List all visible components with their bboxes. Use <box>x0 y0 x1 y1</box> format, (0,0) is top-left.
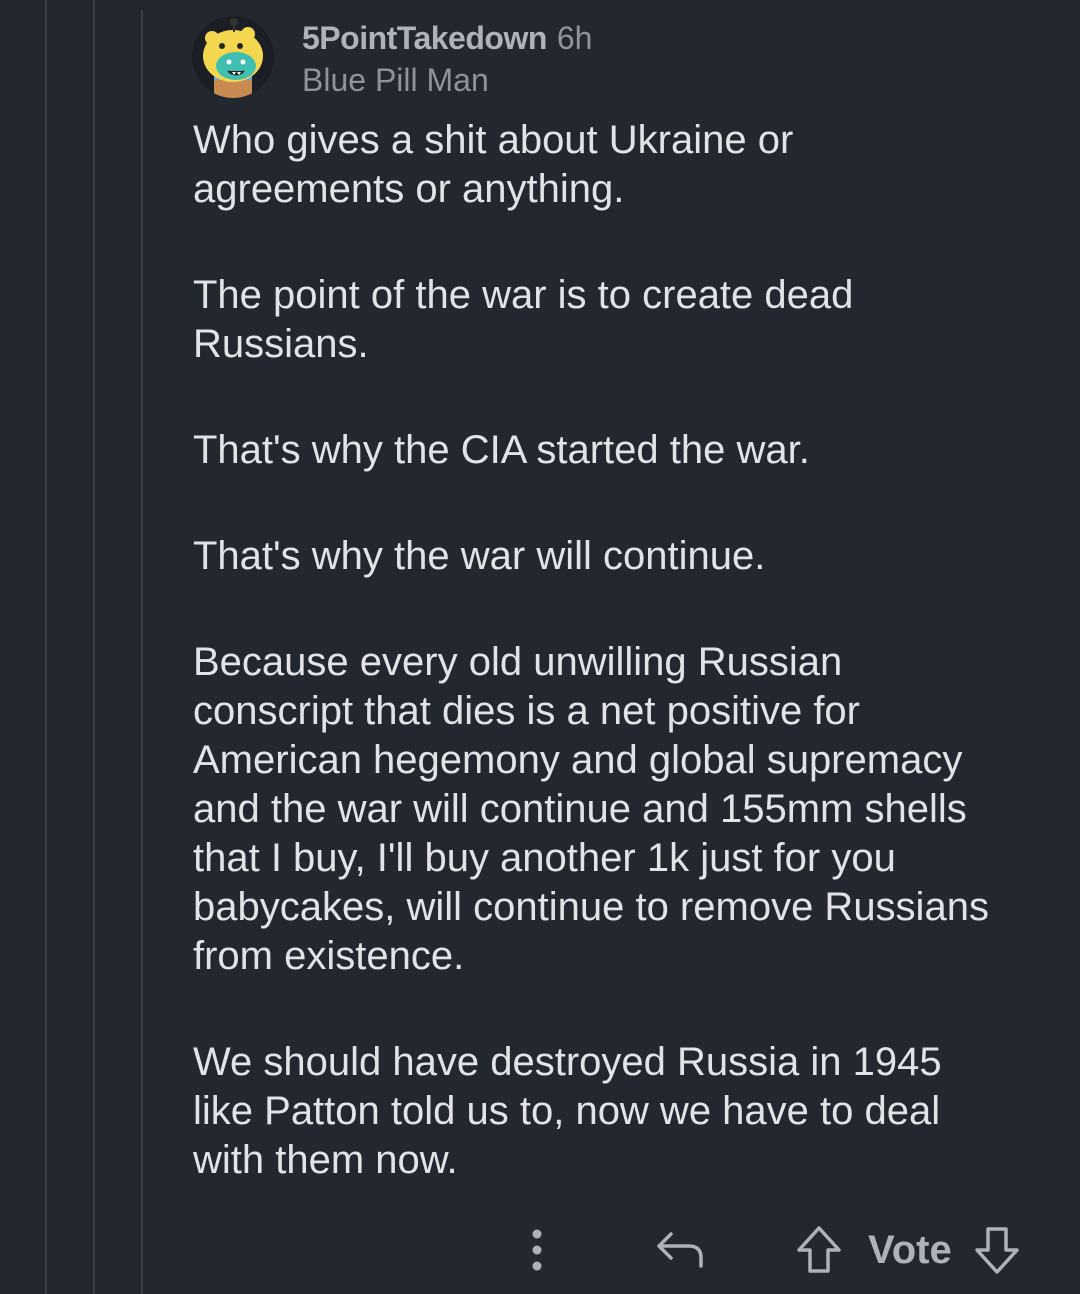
author-username[interactable]: 5PointTakedown <box>302 20 547 56</box>
more-options-button[interactable] <box>520 1220 554 1280</box>
downvote-arrow-icon[interactable] <box>974 1225 1020 1275</box>
comment-paragraph: That's why the CIA started the war. <box>193 428 810 472</box>
comment-timestamp: 6h <box>556 20 593 56</box>
comment-paragraph: The point of the war is to create dead R… <box>193 273 854 366</box>
comment-paragraph: Because every old unwilling Russian cons… <box>193 640 989 978</box>
comment-body: Who gives a shit about Ukraine or agreem… <box>193 116 1063 1242</box>
comment-meta: 5PointTakedown 6h Blue Pill Man <box>302 18 592 100</box>
user-flair: Blue Pill Man <box>302 62 489 98</box>
upvote-arrow-icon[interactable] <box>796 1225 842 1275</box>
vote-group: Vote <box>796 1220 1020 1280</box>
vote-label: Vote <box>868 1228 952 1272</box>
avatar-character-icon <box>203 18 263 98</box>
thread-indent-line[interactable] <box>141 10 143 1294</box>
reply-button[interactable] <box>652 1220 708 1280</box>
thread-indent-line[interactable] <box>45 0 47 1294</box>
thread-indent-line[interactable] <box>93 0 95 1294</box>
comment-header: 5PointTakedown 6h Blue Pill Man <box>192 16 592 100</box>
comment-action-bar: Vote <box>0 1220 1080 1280</box>
comment-paragraph: Who gives a shit about Ukraine or agreem… <box>193 118 794 211</box>
reply-icon <box>657 1232 703 1268</box>
more-vertical-icon <box>532 1229 542 1271</box>
comment-paragraph: We should have destroyed Russia in 1945 … <box>193 1040 942 1182</box>
comment-paragraph: That's why the war will continue. <box>193 534 766 578</box>
avatar[interactable] <box>192 16 274 98</box>
